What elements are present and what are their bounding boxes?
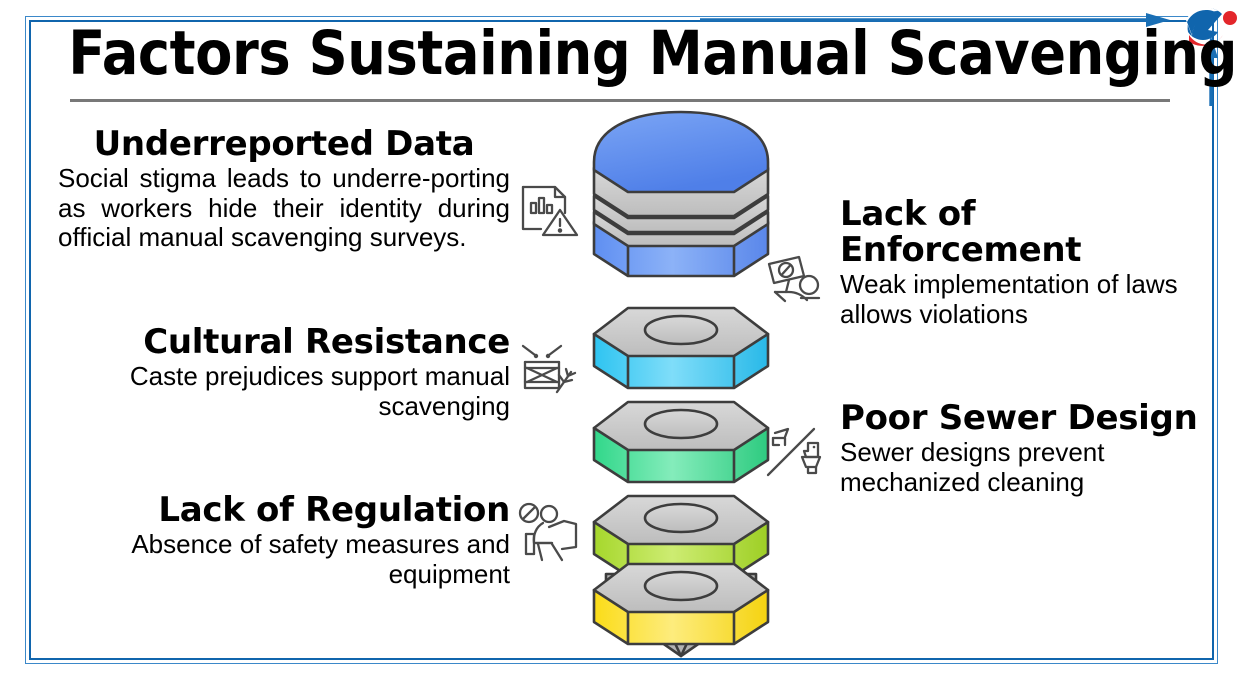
drum-branch-icon xyxy=(521,344,577,394)
document-chart-warning-icon xyxy=(521,185,579,237)
factor-lack-of-enforcement: Lack of Enforcement Weak implementation … xyxy=(840,196,1185,329)
factor-heading-line2: Enforcement xyxy=(840,230,1082,271)
factor-cultural-resistance: Cultural Resistance Caste prejudices sup… xyxy=(120,324,510,421)
factor-underreported-data: Underreported Data Social stigma leads t… xyxy=(58,126,510,253)
protest-sign-prohibited-icon xyxy=(767,255,821,303)
factor-lack-of-regulation: Lack of Regulation Absence of safety mea… xyxy=(120,492,510,589)
factor-heading: Poor Sewer Design xyxy=(840,398,1198,438)
factor-description: Weak implementation of laws allows viola… xyxy=(840,269,1178,329)
factor-poor-sewer-design: Poor Sewer Design Sewer designs prevent … xyxy=(840,400,1202,497)
faucet-toilet-slash-icon xyxy=(766,427,822,477)
factor-heading-line1: Lack of xyxy=(840,194,976,234)
title-divider xyxy=(70,99,1170,102)
factor-description: Sewer designs prevent mechanized cleanin… xyxy=(840,437,1105,497)
factor-description: Social stigma leads to underre-porting a… xyxy=(58,163,510,253)
worker-prohibited-icon xyxy=(518,502,578,562)
factor-description: Caste prejudices support manual scavengi… xyxy=(129,361,510,421)
bolt-nut-stack-diagram xyxy=(592,110,770,658)
page-title: Factors Sustaining Manual Scavenging xyxy=(68,18,1238,89)
factor-heading: Cultural Resistance xyxy=(143,322,510,362)
factor-heading: Underreported Data xyxy=(93,124,475,164)
factor-heading: Lack of Regulation xyxy=(158,490,510,530)
factor-description: Absence of safety measures and equipment xyxy=(131,529,510,589)
